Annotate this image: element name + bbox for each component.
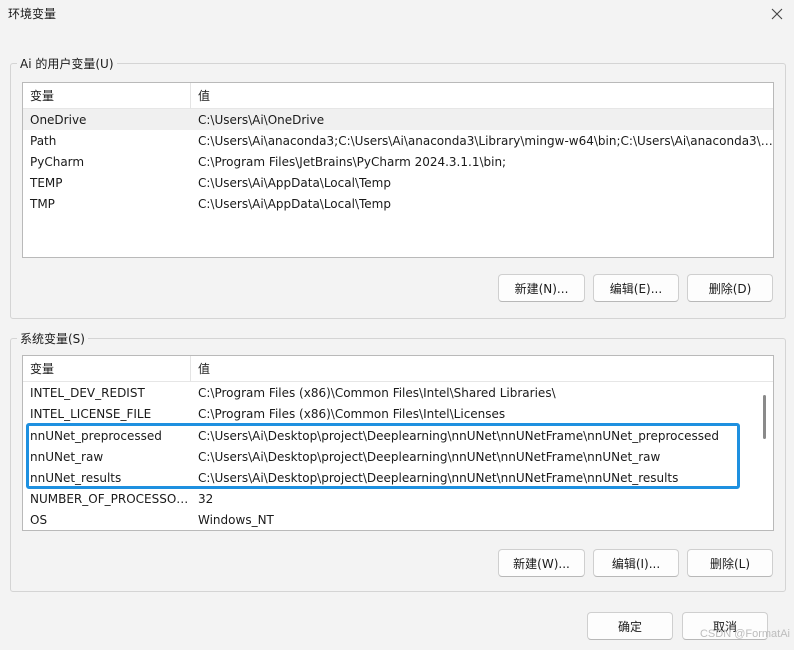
variable-name: OS — [30, 512, 48, 527]
variable-name: Path — [30, 133, 57, 148]
list-header: 变量 值 — [23, 356, 773, 382]
variable-value: C:\Users\Ai\OneDrive — [198, 112, 325, 127]
column-header-value[interactable]: 值 — [191, 356, 773, 382]
variable-name: NUMBER_OF_PROCESSORS — [30, 491, 191, 506]
variable-value: Windows_NT — [198, 512, 274, 527]
variable-name: nnUNet_results — [30, 470, 122, 485]
variable-name: TMP — [30, 196, 55, 211]
variable-value: 32 — [198, 491, 214, 506]
list-item[interactable]: TMP C:\Users\Ai\AppData\Local\Temp — [23, 193, 773, 214]
variable-name: nnUNet_raw — [30, 449, 104, 464]
user-variables-list[interactable]: 变量 值 OneDrive C:\Users\Ai\OneDrive Path … — [22, 82, 774, 258]
list-header: 变量 值 — [23, 83, 773, 109]
variable-value: C:\Program Files (x86)\Common Files\Inte… — [198, 385, 556, 400]
variable-value: C:\Users\Ai\AppData\Local\Temp — [198, 175, 391, 190]
system-variables-list[interactable]: 变量 值 INTEL_DEV_REDIST C:\Program Files (… — [22, 355, 774, 531]
list-item[interactable]: NUMBER_OF_PROCESSORS 32 — [23, 488, 757, 509]
variable-name: INTEL_LICENSE_FILE — [30, 406, 152, 421]
vertical-scrollbar[interactable] — [757, 382, 773, 530]
list-item[interactable]: INTEL_LICENSE_FILE C:\Program Files (x86… — [23, 403, 757, 424]
variable-value: C:\Users\Ai\Desktop\project\Deeplearning… — [198, 449, 661, 464]
list-item[interactable]: OneDrive C:\Users\Ai\OneDrive — [23, 109, 773, 130]
variable-name: INTEL_DEV_REDIST — [30, 385, 145, 400]
list-item[interactable]: TEMP C:\Users\Ai\AppData\Local\Temp — [23, 172, 773, 193]
variable-value: C:\Users\Ai\AppData\Local\Temp — [198, 196, 391, 211]
variable-name: OneDrive — [30, 112, 87, 127]
list-item[interactable]: Path C:\Users\Ai\anaconda3;C:\Users\Ai\a… — [23, 130, 773, 151]
window-title: 环境变量 — [8, 7, 57, 21]
user-new-button[interactable]: 新建(N)... — [498, 274, 585, 302]
list-item[interactable]: nnUNet_raw C:\Users\Ai\Desktop\project\D… — [23, 446, 757, 467]
list-item[interactable]: nnUNet_results C:\Users\Ai\Desktop\proje… — [23, 467, 757, 488]
list-item[interactable]: PyCharm C:\Program Files\JetBrains\PyCha… — [23, 151, 773, 172]
variable-name: PyCharm — [30, 154, 85, 169]
user-edit-button[interactable]: 编辑(E)... — [593, 274, 679, 302]
close-icon — [771, 8, 783, 20]
system-variables-label: 系统变量(S) — [20, 332, 85, 346]
variable-value: C:\Users\Ai\anaconda3;C:\Users\Ai\anacon… — [198, 133, 773, 148]
user-variables-label: Ai 的用户变量(U) — [20, 57, 114, 71]
variable-value: C:\Users\Ai\Desktop\project\Deeplearning… — [198, 470, 679, 485]
title-bar: 环境变量 — [0, 0, 794, 28]
system-delete-button[interactable]: 删除(L) — [687, 549, 773, 577]
column-header-value[interactable]: 值 — [191, 83, 773, 109]
column-header-variable[interactable]: 变量 — [23, 356, 191, 382]
variable-value: C:\Program Files\JetBrains\PyCharm 2024.… — [198, 154, 507, 169]
user-delete-button[interactable]: 删除(D) — [687, 274, 773, 302]
variable-value: C:\Users\Ai\Desktop\project\Deeplearning… — [198, 428, 719, 443]
system-new-button[interactable]: 新建(W)... — [498, 549, 585, 577]
list-item[interactable]: nnUNet_preprocessed C:\Users\Ai\Desktop\… — [23, 425, 757, 446]
scrollbar-thumb[interactable] — [763, 395, 766, 439]
list-item[interactable]: OS Windows_NT — [23, 509, 757, 530]
watermark: CSDN @FormatAi — [699, 628, 790, 640]
list-item[interactable]: INTEL_DEV_REDIST C:\Program Files (x86)\… — [23, 382, 757, 403]
close-button[interactable] — [766, 4, 788, 24]
variable-value: C:\Program Files (x86)\Common Files\Inte… — [198, 406, 506, 421]
variable-name: TEMP — [30, 175, 63, 190]
ok-button[interactable]: 确定 — [587, 612, 673, 640]
column-header-variable[interactable]: 变量 — [23, 83, 191, 109]
variable-name: nnUNet_preprocessed — [30, 428, 162, 443]
system-edit-button[interactable]: 编辑(I)... — [593, 549, 679, 577]
